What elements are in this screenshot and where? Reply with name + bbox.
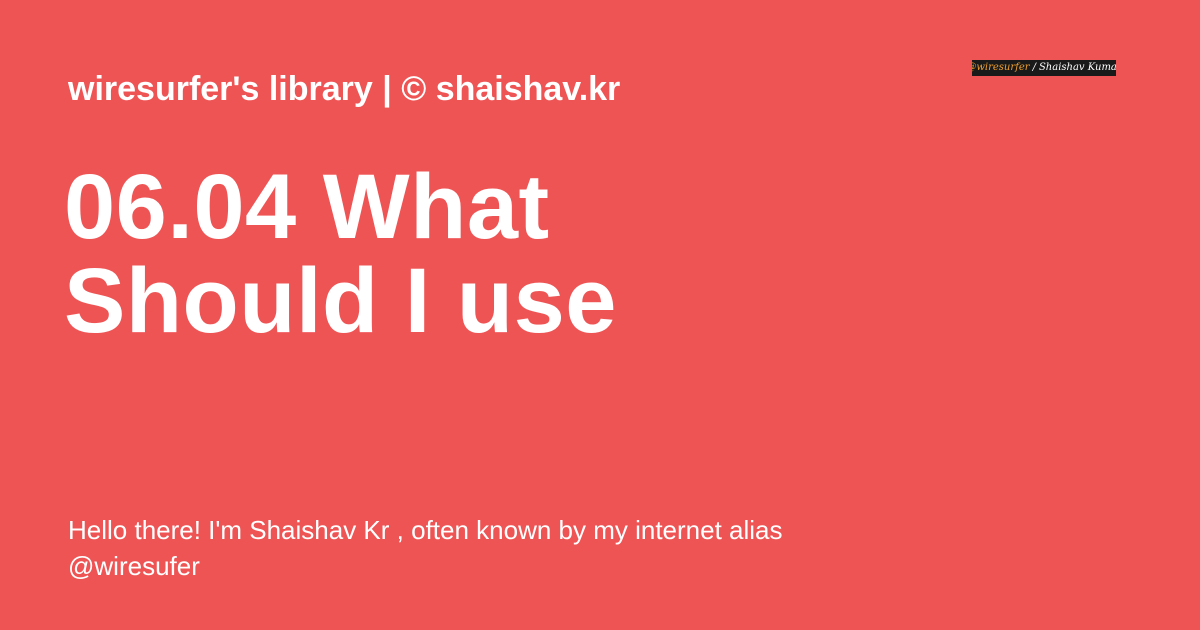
logo-handle: @wiresurfer [972, 62, 1030, 73]
logo-separator: / [1032, 62, 1036, 73]
site-title: wiresurfer's library | © shaishav.kr [68, 70, 621, 108]
author-logo: @wiresurfer / Shaishav Kumar [972, 60, 1116, 76]
page-title: 06.04 What Should I use [64, 156, 617, 352]
logo-name: Shaishav Kumar [1038, 62, 1116, 73]
page-description: Hello there! I'm Shaishav Kr , often kno… [68, 515, 783, 581]
